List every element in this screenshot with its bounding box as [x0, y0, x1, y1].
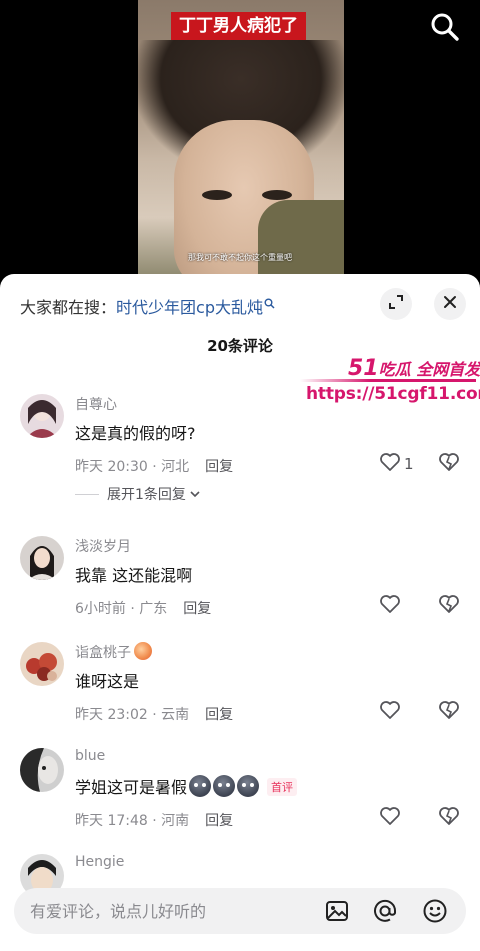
reply-button[interactable]: 回复: [205, 459, 233, 475]
chevron-down-icon: [190, 486, 200, 502]
emoji-smiley-icon: [237, 775, 260, 797]
comment-meta: 昨天 20:30 · 河北 回复: [75, 456, 233, 476]
close-button[interactable]: [434, 288, 466, 320]
video-player[interactable]: 丁丁男人病犯了 那我可不敢不起你这个重量吧: [0, 0, 480, 290]
broken-heart-icon: [438, 453, 460, 476]
like-button[interactable]: [379, 700, 401, 724]
expand-replies-button[interactable]: 展开1条回复: [75, 484, 200, 504]
comment-meta: 昨天 23:02 · 云南 回复: [75, 704, 233, 724]
divider-line: [75, 493, 99, 495]
broken-heart-icon: [438, 595, 460, 618]
expand-button[interactable]: [380, 288, 412, 320]
heart-icon: [379, 594, 401, 618]
watermark-brand: 51吃瓜 全网首发: [348, 356, 480, 381]
expand-replies-label: 展开1条回复: [107, 487, 186, 503]
comment-meta: 6小时前 · 广东 回复: [75, 598, 211, 618]
broken-heart-icon: [438, 701, 460, 724]
heart-icon: [379, 806, 401, 830]
emoji-smiley-icon: [189, 775, 212, 797]
video-frame: [138, 0, 344, 290]
avatar[interactable]: [20, 394, 64, 438]
comment-author[interactable]: 诣盒桃子: [75, 642, 152, 662]
avatar[interactable]: [20, 748, 64, 792]
comment-input[interactable]: [30, 888, 310, 934]
video-person-eye: [262, 190, 292, 200]
avatar[interactable]: [20, 642, 64, 686]
reply-button[interactable]: 回复: [205, 707, 233, 723]
reply-button[interactable]: 回复: [183, 601, 211, 617]
comment-author[interactable]: 自尊心: [75, 394, 117, 414]
like-button[interactable]: 1: [379, 452, 414, 476]
video-title-caption: 丁丁男人病犯了: [171, 12, 306, 40]
comment-input-bar: [14, 888, 466, 934]
heart-icon: [379, 700, 401, 724]
emoji-icon[interactable]: [422, 898, 448, 924]
comment-count: 20条评论: [207, 337, 273, 355]
comment-time: 昨天 23:02 · 云南: [75, 707, 190, 723]
comment-sheet: 大家都在搜：时代少年团cp大乱炖 20条评论 51吃瓜 全网首发 https:/…: [0, 274, 480, 951]
watermark: 51吃瓜 全网首发 https://51cgf11.com: [300, 354, 480, 414]
dislike-button[interactable]: [438, 700, 460, 724]
watermark-bar: [300, 379, 476, 382]
peach-icon: [134, 642, 152, 660]
emoji-smiley-icon: [213, 775, 236, 797]
first-comment-badge: 首评: [267, 778, 298, 796]
like-button[interactable]: [379, 594, 401, 618]
expand-icon: [388, 294, 404, 314]
dislike-button[interactable]: [438, 452, 460, 476]
video-subtitle: 那我可不敢不起你这个重量吧: [188, 253, 292, 262]
comment-text: 谁呀这是: [75, 672, 140, 691]
comment-text: 我靠 这还能混啊: [75, 566, 193, 585]
comment-text: 学姐这可是暑假 首评: [75, 774, 298, 798]
search-icon: [264, 294, 275, 313]
trending-prefix: 大家都在搜：: [20, 298, 117, 317]
search-icon[interactable]: [428, 10, 462, 44]
watermark-url: https://51cgf11.com: [306, 384, 480, 404]
close-icon: [442, 294, 458, 314]
dislike-button[interactable]: [438, 806, 460, 830]
heart-icon: [379, 452, 401, 476]
broken-heart-icon: [438, 807, 460, 830]
comment-meta: 昨天 17:48 · 河南 回复: [75, 810, 233, 830]
video-person-eye: [202, 190, 232, 200]
comment-time: 6小时前 · 广东: [75, 601, 168, 617]
trending-search[interactable]: 大家都在搜：时代少年团cp大乱炖: [20, 294, 275, 318]
reply-button[interactable]: 回复: [205, 813, 233, 829]
comment-time: 昨天 20:30 · 河北: [75, 459, 190, 475]
avatar[interactable]: [20, 536, 64, 580]
trending-query[interactable]: 时代少年团cp大乱炖: [116, 298, 263, 317]
comment-author[interactable]: Hengie: [75, 854, 124, 870]
like-button[interactable]: [379, 806, 401, 830]
comment-text: 这是真的假的呀?: [75, 424, 196, 443]
comment-author[interactable]: blue: [75, 748, 105, 764]
image-icon[interactable]: [324, 898, 350, 924]
like-count: 1: [404, 455, 414, 473]
comment-time: 昨天 17:48 · 河南: [75, 813, 190, 829]
at-icon[interactable]: [372, 898, 398, 924]
comment-author[interactable]: 浅淡岁月: [75, 536, 131, 556]
dislike-button[interactable]: [438, 594, 460, 618]
